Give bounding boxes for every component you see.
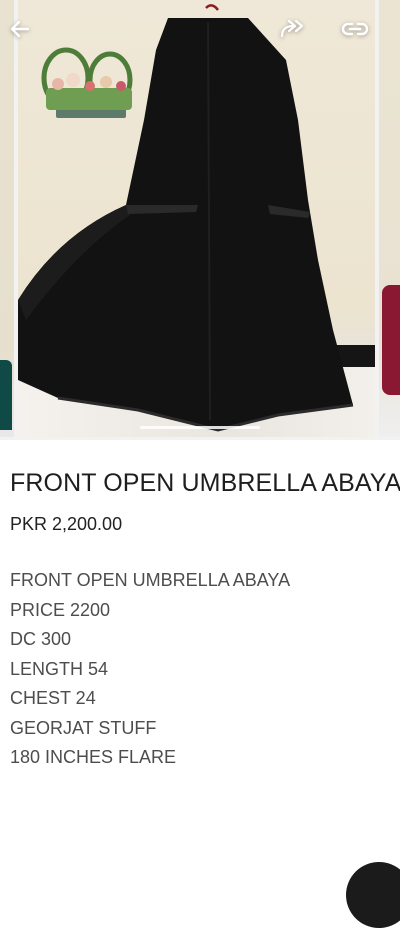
description-line: PRICE 2200 [10,599,111,620]
share-forward-icon [280,19,304,38]
product-title: FRONT OPEN UMBRELLA ABAYA [10,469,400,497]
back-button[interactable] [2,11,38,47]
product-description: FRONT OPEN UMBRELLA ABAYA PRICE 2200 DC … [10,566,390,773]
previous-garment-peek [0,360,12,430]
product-image[interactable] [18,0,375,437]
gallery-scroll-indicator [140,426,260,429]
link-icon [341,22,369,36]
product-price: PKR 2,200.00 [10,514,123,534]
description-line: GEORJAT STUFF [10,717,157,738]
share-button[interactable] [276,11,312,47]
description-line: 180 INCHES FLARE [10,747,177,767]
previous-image-peek[interactable] [0,0,14,437]
floating-action-button[interactable] [346,862,400,928]
copy-link-button[interactable] [337,11,373,47]
next-garment-peek [382,285,400,395]
description-line: CHEST 24 [10,688,96,708]
wall-planter [41,47,133,118]
description-line: DC 300 [10,629,72,649]
image-gallery[interactable] [0,0,400,440]
next-image-peek[interactable] [379,0,400,437]
description-line: FRONT OPEN UMBRELLA ABAYA [10,570,291,590]
arrow-left-icon [10,20,30,38]
description-line: LENGTH 54 [10,658,109,679]
abaya-illustration [18,4,354,432]
